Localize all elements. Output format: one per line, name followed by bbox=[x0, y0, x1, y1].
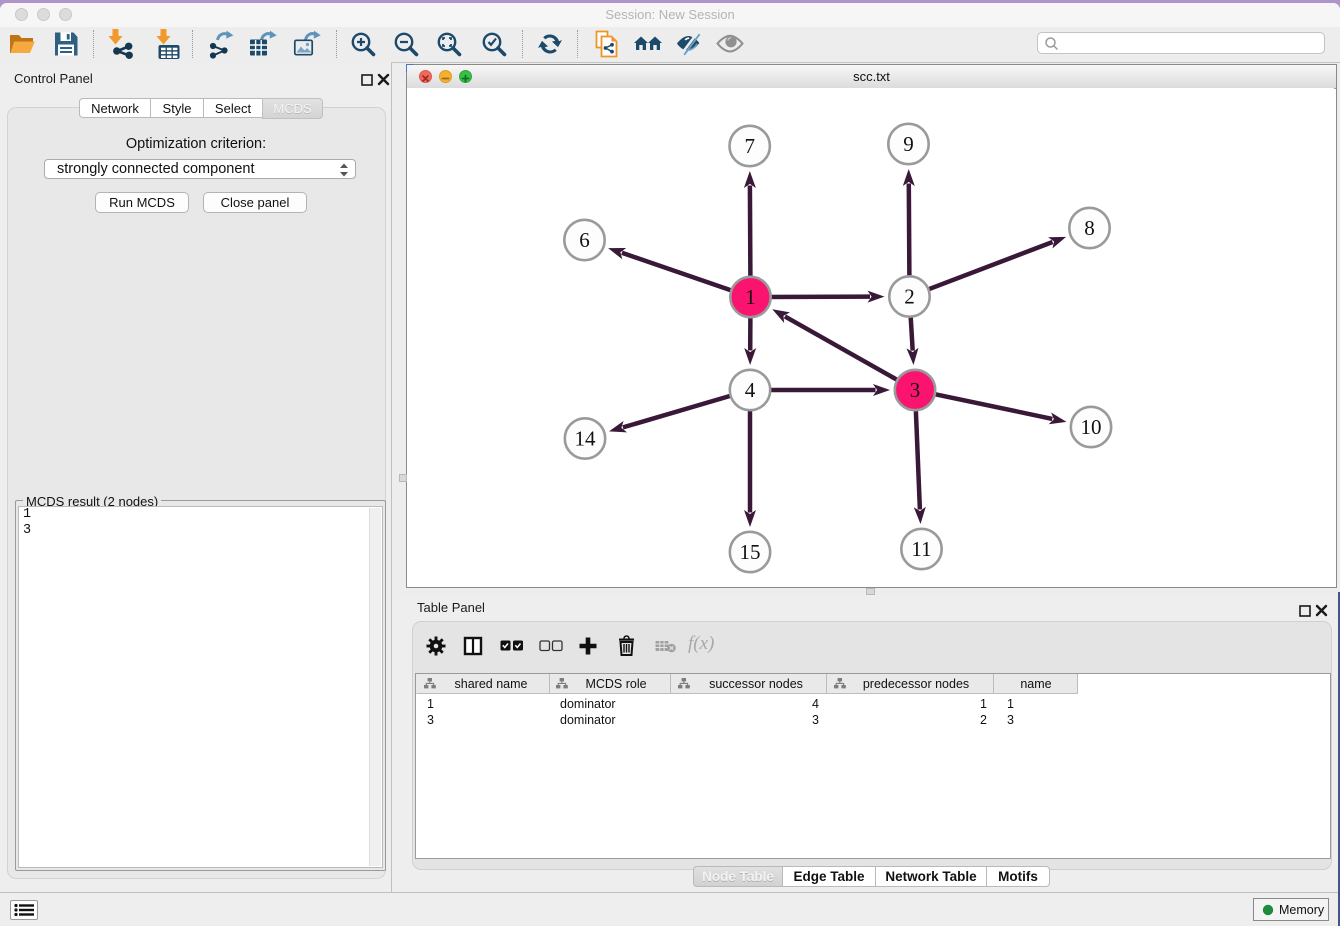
svg-text:6: 6 bbox=[579, 228, 590, 252]
svg-text:2: 2 bbox=[904, 285, 915, 309]
svg-text:7: 7 bbox=[744, 134, 755, 158]
svg-text:3: 3 bbox=[910, 378, 921, 402]
svg-text:11: 11 bbox=[911, 537, 931, 561]
svg-text:MCDS role: MCDS role bbox=[585, 677, 646, 691]
svg-text:predecessor nodes: predecessor nodes bbox=[863, 677, 969, 691]
svg-text:4: 4 bbox=[745, 378, 756, 402]
svg-text:8: 8 bbox=[1084, 216, 1095, 240]
svg-text:name: name bbox=[1020, 677, 1051, 691]
svg-text:successor nodes: successor nodes bbox=[709, 677, 803, 691]
svg-text:14: 14 bbox=[575, 427, 597, 451]
svg-text:10: 10 bbox=[1081, 415, 1102, 439]
svg-text:15: 15 bbox=[740, 540, 761, 564]
svg-text:9: 9 bbox=[903, 132, 914, 156]
svg-text:shared name: shared name bbox=[455, 677, 528, 691]
svg-text:1: 1 bbox=[745, 285, 756, 309]
